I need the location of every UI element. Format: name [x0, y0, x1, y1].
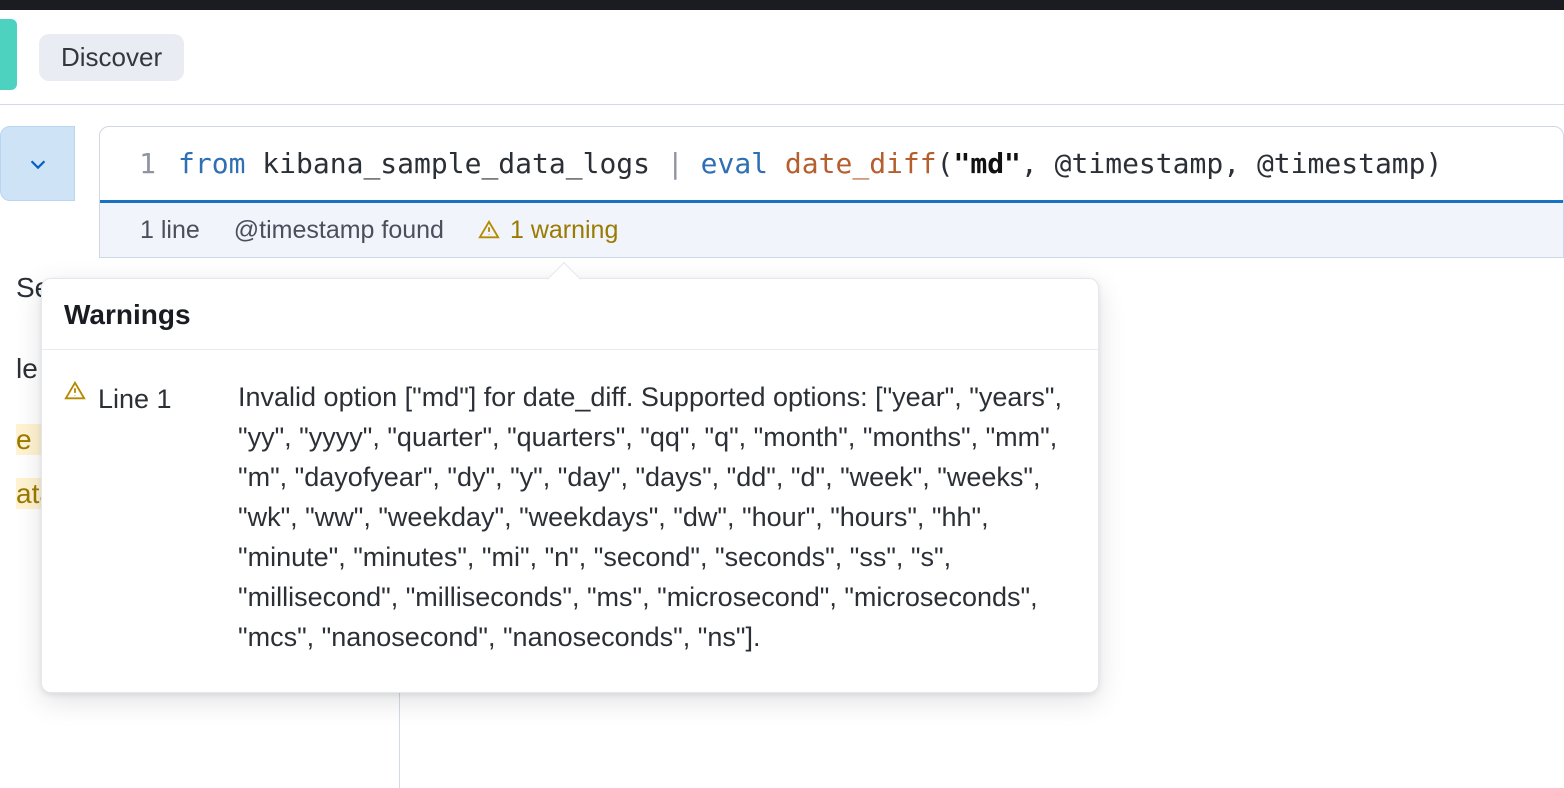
warning-line-label: Line 1 [98, 380, 172, 420]
query-editor[interactable]: 1 from kibana_sample_data_logs | eval da… [99, 126, 1564, 258]
app-color-badge [0, 19, 17, 90]
status-warning-label: 1 warning [510, 216, 618, 245]
window-top-bar [0, 0, 1564, 10]
status-line-count: 1 line [140, 216, 200, 245]
app-header: Discover [0, 10, 1564, 105]
warning-line-ref: Line 1 [64, 378, 214, 658]
code-line[interactable]: 1 from kibana_sample_data_logs | eval da… [100, 127, 1563, 200]
warnings-popover: Warnings Line 1 Invalid option ["md"] fo… [41, 278, 1099, 693]
line-number: 1 [100, 147, 178, 180]
warning-icon [478, 219, 500, 241]
editor-status-bar: 1 line @timestamp found 1 warning [100, 203, 1563, 257]
status-warning-toggle[interactable]: 1 warning [478, 216, 618, 245]
code-content[interactable]: from kibana_sample_data_logs | eval date… [178, 147, 1442, 180]
warning-message: Invalid option ["md"] for date_diff. Sup… [238, 378, 1076, 658]
breadcrumb-discover[interactable]: Discover [39, 34, 184, 81]
status-timestamp-field: @timestamp found [234, 216, 444, 245]
breadcrumb-label: Discover [61, 42, 162, 72]
warning-icon [64, 380, 86, 402]
query-mode-dropdown[interactable] [0, 126, 75, 201]
chevron-down-icon [27, 153, 49, 175]
